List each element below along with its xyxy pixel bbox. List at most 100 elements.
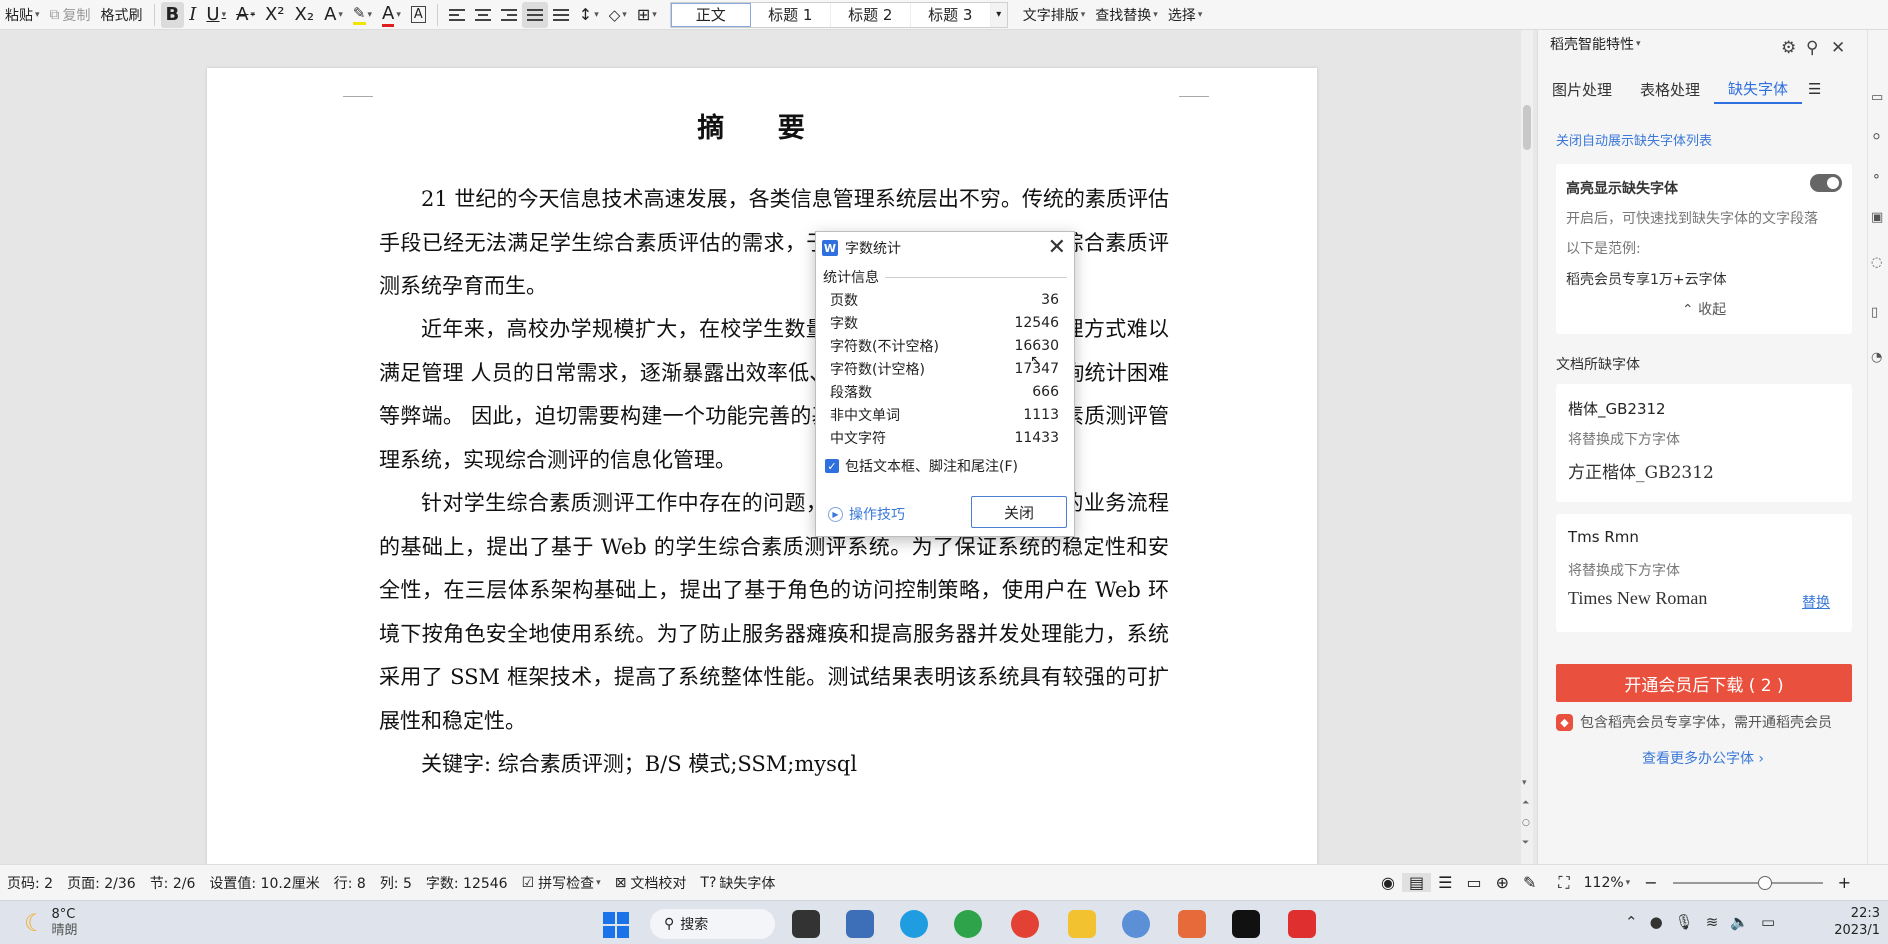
find-replace-button[interactable]: 查找替换 ▾ — [1090, 0, 1163, 30]
tab-table-processing[interactable]: 表格处理 — [1626, 74, 1714, 104]
sidebar-tool-icon[interactable]: ⚪ — [1871, 130, 1882, 145]
zoom-out-icon[interactable]: − — [1637, 873, 1664, 892]
border-icon[interactable]: ⊞ ▾ — [632, 0, 662, 30]
edge-icon[interactable] — [900, 910, 928, 938]
wifi-icon[interactable]: ≋ — [1706, 913, 1719, 931]
tray-app-icon[interactable]: ● — [1650, 913, 1663, 931]
line-spacing-icon[interactable]: ↕ ▾ — [574, 0, 604, 30]
replace-link[interactable]: 替换 — [1802, 592, 1830, 612]
scroll-down-icon[interactable]: ▾ — [1522, 778, 1527, 788]
browser-icon[interactable] — [954, 910, 982, 938]
italic-button[interactable]: I — [184, 0, 201, 30]
strikethrough-button[interactable]: A ▾ — [231, 0, 260, 30]
status-page[interactable]: 页面: 2/36 — [60, 873, 143, 893]
wps-icon[interactable] — [1288, 910, 1316, 938]
include-textbox-checkbox[interactable]: ✓ 包括文本框、脚注和尾注(F) — [816, 453, 1074, 479]
outline-view-icon[interactable]: ☰ — [1431, 873, 1459, 892]
format-painter-button[interactable]: 格式刷 — [96, 0, 148, 30]
distribute-icon[interactable] — [548, 0, 574, 30]
windows-start-icon[interactable] — [603, 912, 629, 938]
tab-image-processing[interactable]: 图片处理 — [1538, 74, 1626, 104]
zoom-slider[interactable] — [1672, 875, 1823, 891]
subscript-button[interactable]: X₂ — [290, 0, 320, 30]
style-more-icon[interactable]: ▾ — [990, 2, 1007, 27]
write-view-icon[interactable]: ✎ — [1516, 873, 1543, 892]
justify-icon[interactable] — [521, 1, 548, 28]
underline-button[interactable]: U ▾ — [201, 0, 231, 30]
proofread-button[interactable]: ⊠ 文档校对 — [608, 873, 694, 893]
copy-button[interactable]: ⧉ 复制 — [45, 0, 96, 30]
microphone-icon[interactable]: 🎙 — [1675, 913, 1694, 931]
select-browse-icon[interactable]: ○ — [1522, 818, 1530, 828]
dialog-titlebar[interactable]: W 字数统计 ✕ — [816, 232, 1074, 264]
sidebar-tool-icon[interactable]: ◔ — [1871, 350, 1882, 365]
select-button[interactable]: 选择 ▾ — [1163, 0, 1208, 30]
sidebar-tool-icon[interactable]: ◌ — [1871, 255, 1882, 270]
char-border-icon[interactable]: A — [406, 0, 431, 30]
volume-icon[interactable]: 🔈 — [1730, 913, 1749, 931]
app-icon[interactable] — [1178, 910, 1206, 938]
taskbar-search[interactable]: ⚲ 搜索 — [650, 909, 775, 939]
pin-icon[interactable]: ⚲ — [1806, 38, 1818, 58]
paste-button[interactable]: 粘贴 ▾ — [0, 0, 45, 30]
app-icon[interactable] — [1122, 910, 1150, 938]
web-view-icon[interactable]: ⊕ — [1489, 873, 1516, 892]
dialog-footer: ▶ 操作技巧 关闭 — [816, 496, 1074, 532]
align-right-icon[interactable] — [496, 0, 522, 30]
task-view-icon[interactable] — [792, 910, 820, 938]
auto-show-toggle-link[interactable]: 关闭自动展示缺失字体列表 — [1556, 130, 1712, 149]
highlight-toggle[interactable] — [1810, 174, 1842, 192]
missing-fonts-button[interactable]: T? 缺失字体 — [693, 873, 782, 893]
tab-missing-fonts[interactable]: 缺失字体 — [1714, 74, 1803, 104]
status-word-count[interactable]: 字数: 12546 — [419, 873, 515, 893]
sidebar-tool-icon[interactable]: ▣ — [1871, 210, 1883, 225]
align-left-icon[interactable] — [444, 0, 470, 30]
bold-button[interactable]: B — [160, 1, 185, 28]
spell-check-button[interactable]: ☑ 拼写检查 ▾ — [515, 873, 608, 893]
panel-title-dropdown[interactable]: 稻壳智能特性 — [1550, 34, 1634, 54]
zoom-slider-thumb[interactable] — [1757, 875, 1772, 890]
gear-icon[interactable]: ⚙ — [1781, 38, 1796, 58]
eye-protection-icon[interactable]: ◉ — [1374, 873, 1402, 892]
highlight-icon[interactable]: ✎ ▾ — [348, 0, 377, 30]
prev-page-icon[interactable]: ⏶ — [1522, 798, 1529, 808]
file-explorer-icon[interactable] — [1068, 910, 1096, 938]
close-button[interactable]: 关闭 — [971, 496, 1067, 528]
text-layout-button[interactable]: 文字排版 ▾ — [1018, 0, 1091, 30]
shading-icon[interactable]: ◇ ▾ — [604, 0, 632, 30]
sidebar-tool-icon[interactable]: ⚬ — [1871, 170, 1882, 185]
battery-icon[interactable]: ▭ — [1761, 913, 1775, 931]
menu-icon[interactable]: ☰ — [1802, 74, 1827, 104]
style-normal[interactable]: 正文 — [670, 2, 751, 27]
style-heading-3[interactable]: 标题 3 — [911, 2, 991, 27]
zoom-level[interactable]: 112% ▾ — [1577, 875, 1638, 891]
zoom-in-icon[interactable]: + — [1831, 873, 1858, 892]
close-icon[interactable]: ✕ — [1831, 38, 1845, 58]
superscript-button[interactable]: X² — [260, 0, 290, 30]
chevron-up-icon[interactable]: ⌃ — [1625, 913, 1638, 931]
style-heading-1[interactable]: 标题 1 — [751, 2, 831, 27]
page-view-icon[interactable]: ▤ — [1402, 873, 1432, 892]
sidebar-tool-icon[interactable]: ▯ — [1871, 305, 1878, 320]
font-color-icon[interactable]: A ▾ — [377, 0, 406, 30]
clock[interactable]: 22:3 2023/1 — [1828, 905, 1880, 939]
align-center-icon[interactable] — [470, 0, 496, 30]
tips-link[interactable]: ▶ 操作技巧 — [828, 504, 905, 524]
chrome-icon[interactable] — [1011, 910, 1039, 938]
collapse-button[interactable]: ⌃ 收起 — [1556, 299, 1852, 319]
intellij-icon[interactable] — [1232, 910, 1260, 938]
text-effect-button[interactable]: A ▾ — [319, 0, 348, 30]
next-page-icon[interactable]: ⏷ — [1522, 838, 1529, 848]
fit-page-icon[interactable]: ⛶ — [1551, 873, 1576, 893]
app-icon[interactable] — [846, 910, 874, 938]
reading-view-icon[interactable]: ▭ — [1459, 873, 1488, 892]
weather-widget[interactable]: ☾ 8°C 晴朗 — [24, 907, 78, 939]
document-scrollbar[interactable]: ▾ ⏶ ○ ⏷ — [1521, 30, 1533, 864]
document-page[interactable]: 摘 要 21 世纪的今天信息技术高速发展，各类信息管理系统层出不穷。传统的素质评… — [207, 68, 1317, 898]
style-heading-2[interactable]: 标题 2 — [831, 2, 911, 27]
more-fonts-link[interactable]: 查看更多办公字体 › — [1538, 748, 1868, 768]
close-icon[interactable]: ✕ — [1048, 236, 1066, 260]
scrollbar-thumb[interactable] — [1523, 105, 1531, 150]
download-fonts-button[interactable]: 开通会员后下载 ( 2 ) — [1556, 664, 1852, 702]
sidebar-tool-icon[interactable]: ▭ — [1871, 90, 1883, 105]
